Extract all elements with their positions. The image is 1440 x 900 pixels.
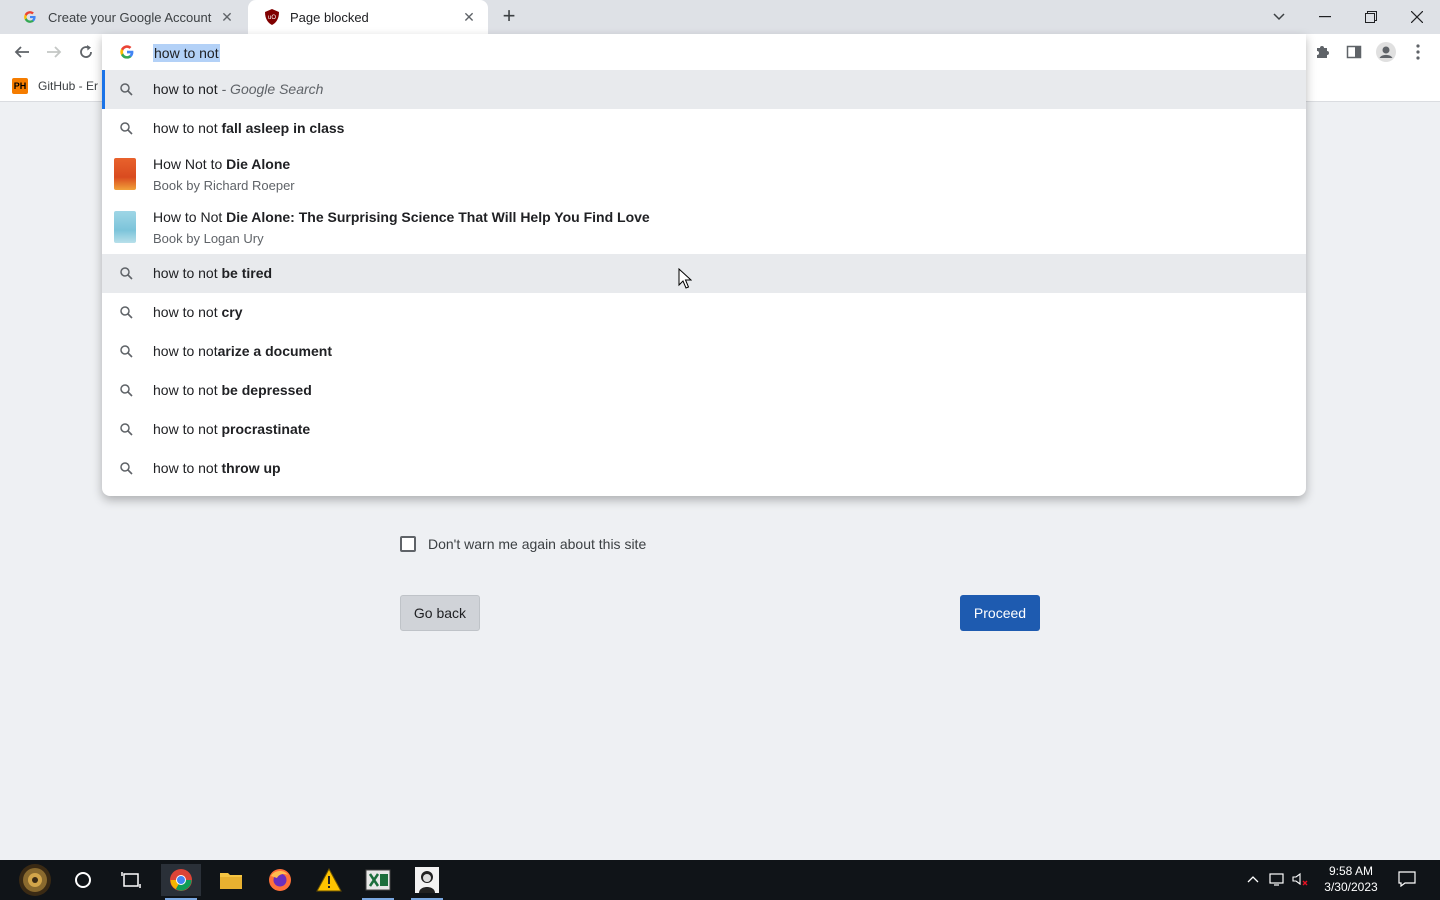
suggestion-google-search[interactable]: how to not - Google Search (102, 70, 1306, 109)
suggestion-text: how to not cry (153, 304, 243, 320)
ublock-shield-icon: uO (264, 9, 280, 25)
close-icon[interactable]: ✕ (218, 8, 236, 26)
search-icon (118, 81, 134, 97)
book-cover-image (114, 158, 136, 190)
search-icon (118, 421, 134, 437)
file-explorer-icon[interactable] (211, 864, 251, 896)
omnibox-input[interactable]: how to not (153, 44, 220, 62)
search-icon (118, 265, 134, 281)
search-icon (118, 120, 134, 136)
search-icon (118, 382, 134, 398)
suggestion-book[interactable]: How Not to Die Alone Book by Richard Roe… (102, 148, 1306, 201)
warning-app-icon[interactable] (309, 864, 349, 896)
close-window-icon[interactable] (1404, 4, 1430, 30)
chrome-icon[interactable] (161, 864, 201, 900)
omnibox-input-row[interactable]: how to not (102, 36, 1306, 70)
clock-date: 3/30/2023 (1324, 880, 1378, 894)
reload-icon[interactable] (74, 40, 98, 64)
cortana-icon[interactable] (63, 864, 103, 896)
dont-warn-label: Don't warn me again about this site (428, 536, 647, 552)
network-icon[interactable] (1269, 870, 1287, 888)
clock[interactable]: 9:58 AM 3/30/2023 (1318, 863, 1384, 895)
tab-page-blocked[interactable]: uO Page blocked ✕ (248, 0, 488, 34)
ph-icon: PH (12, 78, 28, 94)
search-icon (118, 304, 134, 320)
tray-chevron-up-icon[interactable] (1244, 870, 1262, 888)
excel-like-icon[interactable] (358, 864, 398, 900)
extensions-puzzle-icon[interactable] (1310, 40, 1334, 64)
go-back-button[interactable]: Go back (400, 595, 480, 631)
notifications-icon[interactable] (1398, 870, 1416, 888)
bookmark-label: GitHub - Er (38, 79, 99, 93)
tab-create-google-account[interactable]: Create your Google Account ✕ (6, 0, 246, 34)
suggestion-text: how to not be tired (153, 265, 273, 281)
book-cover-image (114, 211, 136, 243)
svg-text:uO: uO (268, 15, 276, 21)
portrait-app-icon[interactable] (407, 864, 447, 900)
kebab-menu-icon[interactable] (1406, 40, 1430, 64)
task-view-icon[interactable] (111, 864, 151, 896)
suggestion-item[interactable]: how to not be tired (102, 254, 1306, 293)
back-arrow-icon[interactable] (10, 40, 34, 64)
suggestion-subtitle: Book by Richard Roeper (153, 178, 295, 193)
close-icon[interactable]: ✕ (460, 8, 478, 26)
suggestion-text: how to not be depressed (153, 382, 312, 398)
suggestion-item[interactable]: how to not procrastinate (102, 410, 1306, 449)
suggestion-text: How Not to Die Alone (153, 156, 291, 172)
google-g-icon (119, 44, 135, 60)
side-panel-icon[interactable] (1342, 40, 1366, 64)
proceed-button[interactable]: Proceed (960, 595, 1040, 631)
suggestion-text: how to not fall asleep in class (153, 120, 345, 136)
profile-avatar-icon[interactable] (1374, 40, 1398, 64)
suggestion-item[interactable]: how to not throw up (102, 449, 1306, 488)
suggestion-item[interactable]: how to not fall asleep in class (102, 109, 1306, 148)
search-icon (118, 460, 134, 476)
volume-muted-icon[interactable] (1292, 870, 1310, 888)
bookmark-github[interactable]: PH GitHub - Er (12, 76, 98, 96)
clock-time: 9:58 AM (1328, 864, 1374, 878)
dont-warn-checkbox[interactable] (400, 536, 416, 552)
suggestion-text: how to not procrastinate (153, 421, 311, 437)
new-tab-button[interactable]: + (498, 5, 520, 28)
suggestion-text: how to not - Google Search (153, 81, 324, 97)
suggestion-book[interactable]: How to Not Die Alone: The Surprising Sci… (102, 201, 1306, 254)
search-icon (118, 343, 134, 359)
suggestion-text: how to notarize a document (153, 343, 332, 359)
firefox-icon[interactable] (260, 864, 300, 896)
suggestion-item[interactable]: how to not cry (102, 293, 1306, 332)
suggestion-subtitle: Book by Logan Ury (153, 231, 264, 246)
tab-search-chevron-icon[interactable] (1266, 4, 1292, 30)
tab-title: Page blocked (290, 9, 369, 25)
dont-warn-checkbox-row[interactable]: Don't warn me again about this site (400, 536, 646, 552)
suggestion-text: How to Not Die Alone: The Surprising Sci… (153, 209, 650, 225)
suggestion-text: how to not throw up (153, 460, 281, 476)
suggestion-item[interactable]: how to not be depressed (102, 371, 1306, 410)
restore-icon[interactable] (1358, 4, 1384, 30)
forward-arrow-icon[interactable] (42, 40, 66, 64)
google-g-icon (22, 9, 38, 25)
suggestion-item[interactable]: how to notarize a document (102, 332, 1306, 371)
tab-title: Create your Google Account (48, 9, 212, 25)
start-icon[interactable] (12, 864, 58, 896)
minimize-icon[interactable] (1312, 4, 1338, 30)
mouse-cursor-icon (678, 267, 693, 290)
